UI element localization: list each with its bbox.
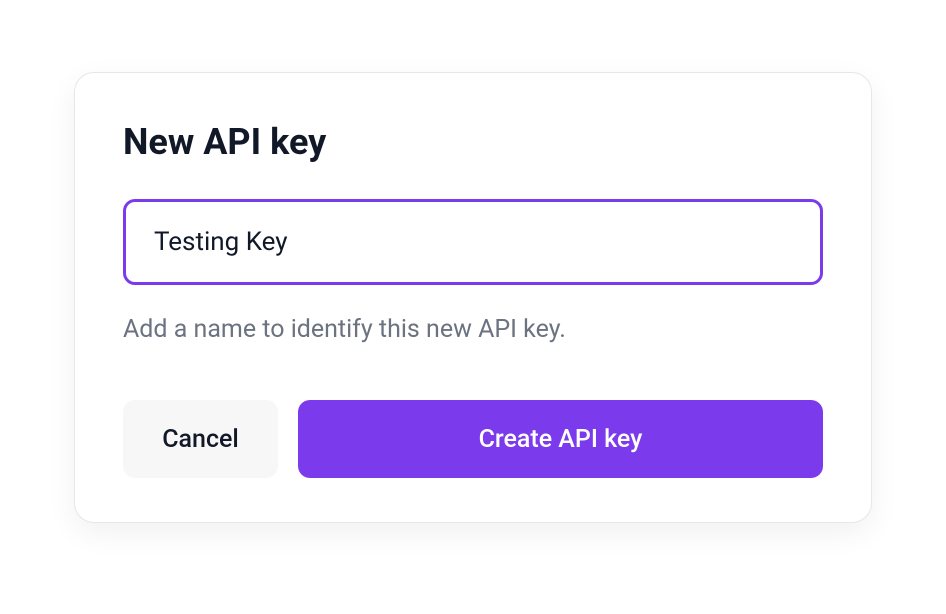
helper-text: Add a name to identify this new API key. — [123, 315, 823, 344]
cancel-button[interactable]: Cancel — [123, 400, 278, 478]
button-row: Cancel Create API key — [123, 400, 823, 478]
modal-title: New API key — [123, 121, 823, 163]
api-key-name-input[interactable] — [123, 199, 823, 285]
create-api-key-button[interactable]: Create API key — [298, 400, 823, 478]
new-api-key-modal: New API key Add a name to identify this … — [74, 72, 872, 523]
